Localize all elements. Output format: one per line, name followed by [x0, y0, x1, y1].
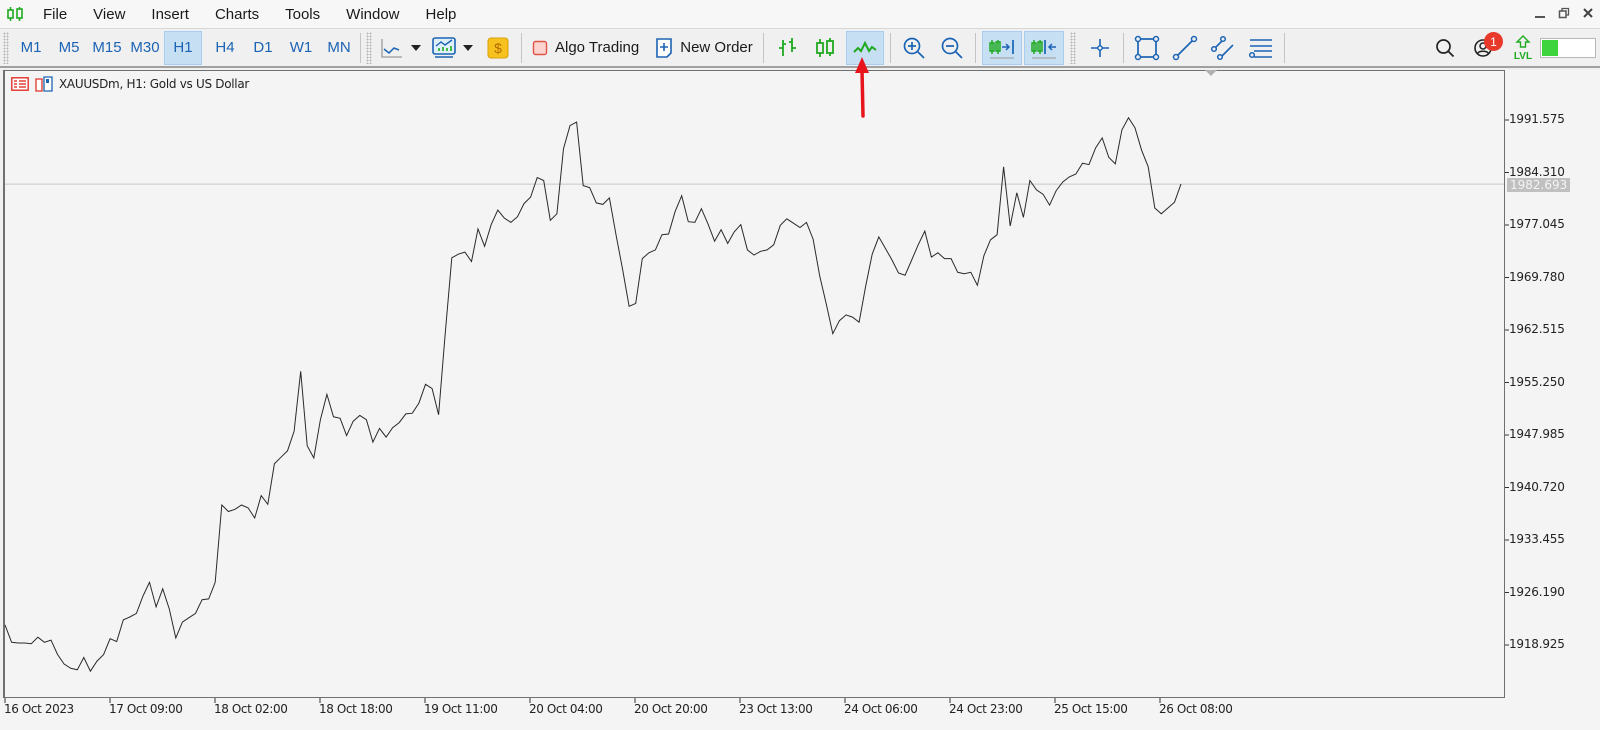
price-line-series	[4, 116, 1182, 673]
annotation-arrow	[855, 57, 869, 118]
price-chart	[4, 57, 1509, 703]
chart-shift-marker-icon[interactable]	[1205, 70, 1217, 76]
